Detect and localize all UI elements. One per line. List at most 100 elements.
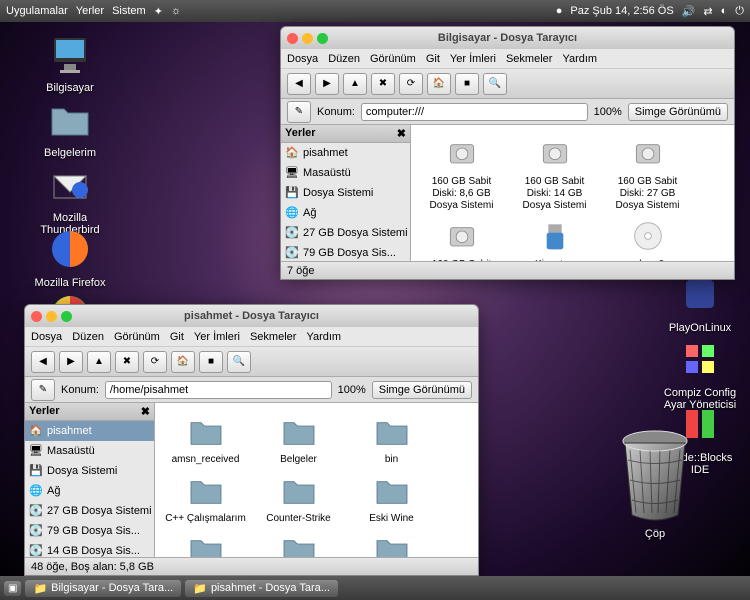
menu-applications[interactable]: Uygulamalar: [6, 5, 68, 17]
menu-düzen[interactable]: Düzen: [72, 331, 104, 343]
volume-icon[interactable]: 🔊: [682, 5, 696, 18]
location-label: Konum:: [317, 106, 355, 118]
sidebar-item[interactable]: 🖥Masaüstü: [281, 163, 410, 183]
file-item[interactable]: C++ Çalışmalarım: [163, 470, 248, 525]
up-button[interactable]: ▲: [343, 73, 367, 95]
menu-places[interactable]: Yerler: [76, 5, 104, 17]
home-button[interactable]: 🏠: [427, 73, 451, 95]
computer-button[interactable]: ■: [455, 73, 479, 95]
sidebar-item[interactable]: 💽79 GB Dosya Sis...: [281, 243, 410, 261]
launcher-icon[interactable]: ☼: [171, 5, 181, 17]
titlebar[interactable]: Bilgisayar - Dosya Tarayıcı: [281, 27, 734, 49]
menu-dosya[interactable]: Dosya: [287, 53, 318, 65]
taskbar-window-button[interactable]: 📁pisahmet - Dosya Tara...: [185, 580, 338, 597]
menu-düzen[interactable]: Düzen: [328, 53, 360, 65]
sidebar-item-label: Masaüstü: [303, 167, 351, 179]
file-item[interactable]: amsn_received: [163, 411, 248, 466]
stop-button[interactable]: ✖: [371, 73, 395, 95]
taskbar-window-button[interactable]: 📁Bilgisayar - Dosya Tara...: [25, 580, 181, 597]
file-item[interactable]: İndirilenler: [349, 529, 434, 557]
back-button[interactable]: ◀: [287, 73, 311, 95]
sidebar-item[interactable]: 🌐Ağ: [25, 481, 154, 501]
search-button[interactable]: 🔍: [227, 351, 251, 373]
file-item[interactable]: Kingston DataTraveler 2.0: KINGSTON: [512, 216, 597, 261]
indicator-icon[interactable]: ●: [556, 5, 563, 17]
file-browser-window-computer[interactable]: Bilgisayar - Dosya Tarayıcı Dosya Düzen Gö…: [280, 26, 735, 280]
menu-system[interactable]: Sistem: [112, 5, 146, 17]
stop-button[interactable]: ✖: [115, 351, 139, 373]
sidebar-item[interactable]: 🏠pisahmet: [281, 143, 410, 163]
location-input[interactable]: [105, 381, 332, 399]
location-input[interactable]: [361, 103, 588, 121]
file-item[interactable]: Genel: [163, 529, 248, 557]
menu-git[interactable]: Git: [170, 331, 184, 343]
menu-sekmeler[interactable]: Sekmeler: [506, 53, 552, 65]
menu-sekmeler[interactable]: Sekmeler: [250, 331, 296, 343]
reload-button[interactable]: ⟳: [399, 73, 423, 95]
up-button[interactable]: ▲: [87, 351, 111, 373]
desktop-trash[interactable]: Çöp: [610, 425, 700, 540]
sidebar-item-label: Ağ: [47, 485, 60, 497]
sidebar-item[interactable]: 💽14 GB Dosya Sis...: [25, 541, 154, 557]
sidebar-item[interactable]: 💾Dosya Sistemi: [25, 461, 154, 481]
file-item[interactable]: Eski Wine: [349, 470, 434, 525]
network-icon[interactable]: ⇄: [703, 5, 712, 18]
sidebar-item[interactable]: 🏠pisahmet: [25, 421, 154, 441]
desktop-icon-belgelerim[interactable]: Belgelerim: [30, 95, 110, 159]
indicator-icon[interactable]: ◐: [721, 5, 728, 17]
clock[interactable]: Paz Şub 14, 2:56 ÖS: [570, 5, 673, 17]
file-item[interactable]: Belgeler: [256, 411, 341, 466]
sidebar-item[interactable]: 💽27 GB Dosya Sistemi: [25, 501, 154, 521]
sidebar-item[interactable]: 💽79 GB Dosya Sis...: [25, 521, 154, 541]
f-icon: [372, 411, 412, 451]
desktop-icon-bilgisayar[interactable]: Bilgisayar: [30, 30, 110, 94]
file-item[interactable]: bin: [349, 411, 434, 466]
place-icon: 💽: [29, 544, 43, 557]
file-browser-window-home[interactable]: pisahmet - Dosya Tarayıcı Dosya Düzen Görü…: [24, 304, 479, 576]
sidebar-item[interactable]: 🖥Masaüstü: [25, 441, 154, 461]
menu-yardım[interactable]: Yardım: [306, 331, 341, 343]
titlebar[interactable]: pisahmet - Dosya Tarayıcı: [25, 305, 478, 327]
menu-görünüm[interactable]: Görünüm: [370, 53, 416, 65]
menu-yer i̇mleri[interactable]: Yer İmleri: [450, 53, 496, 65]
sidebar-item[interactable]: 💽27 GB Dosya Sistemi: [281, 223, 410, 243]
menu-yer i̇mleri[interactable]: Yer İmleri: [194, 331, 240, 343]
menu-yardım[interactable]: Yardım: [562, 53, 597, 65]
menu-git[interactable]: Git: [426, 53, 440, 65]
sidebar-header[interactable]: Yerler✖: [25, 403, 154, 421]
sidebar-item[interactable]: 💾Dosya Sistemi: [281, 183, 410, 203]
toolbar: ◀ ▶ ▲ ✖ ⟳ 🏠 ■ 🔍: [281, 69, 734, 99]
file-view[interactable]: 160 GB Sabit Diski: 8,6 GB Dosya Sistemi…: [411, 125, 734, 261]
path-toggle-button[interactable]: ✎: [287, 101, 311, 123]
menu-görünüm[interactable]: Görünüm: [114, 331, 160, 343]
file-item[interactable]: cdrom0: [605, 216, 690, 261]
path-toggle-button[interactable]: ✎: [31, 379, 55, 401]
file-item[interactable]: 160 GB Sabit Diski: 27 GB Dosya Sistemi: [605, 133, 690, 212]
file-item[interactable]: Counter-Strike: [256, 470, 341, 525]
home-button[interactable]: 🏠: [171, 351, 195, 373]
file-item[interactable]: 160 GB Sabit Diski: 14 GB Dosya Sistemi: [512, 133, 597, 212]
back-button[interactable]: ◀: [31, 351, 55, 373]
f-icon: [186, 470, 226, 510]
close-icon[interactable]: ✖: [141, 405, 150, 418]
forward-button[interactable]: ▶: [315, 73, 339, 95]
computer-button[interactable]: ■: [199, 351, 223, 373]
file-item[interactable]: 160 GB Sabit Diski: 8,6 GB Dosya Sistemi: [419, 133, 504, 212]
sidebar-header[interactable]: Yerler✖: [281, 125, 410, 143]
view-mode-button[interactable]: Simge Görünümü: [628, 103, 728, 121]
close-icon[interactable]: ✖: [397, 127, 406, 140]
reload-button[interactable]: ⟳: [143, 351, 167, 373]
sidebar-item[interactable]: 🌐Ağ: [281, 203, 410, 223]
desktop-icon-firefox[interactable]: Mozilla Firefox: [30, 225, 110, 289]
launcher-icon[interactable]: ✦: [154, 5, 163, 18]
file-item[interactable]: GomPlayer: [256, 529, 341, 557]
file-view[interactable]: amsn_receivedBelgelerbin C++ Çalışmalarım…: [155, 403, 478, 557]
power-icon[interactable]: ⏻: [735, 5, 744, 18]
file-item[interactable]: 160 GB Sabit Diski: 79 GB Dosya Sistemi: [419, 216, 504, 261]
menu-dosya[interactable]: Dosya: [31, 331, 62, 343]
show-desktop-button[interactable]: ▣: [4, 581, 21, 596]
forward-button[interactable]: ▶: [59, 351, 83, 373]
search-button[interactable]: 🔍: [483, 73, 507, 95]
view-mode-button[interactable]: Simge Görünümü: [372, 381, 472, 399]
place-icon: 🏠: [285, 146, 299, 160]
